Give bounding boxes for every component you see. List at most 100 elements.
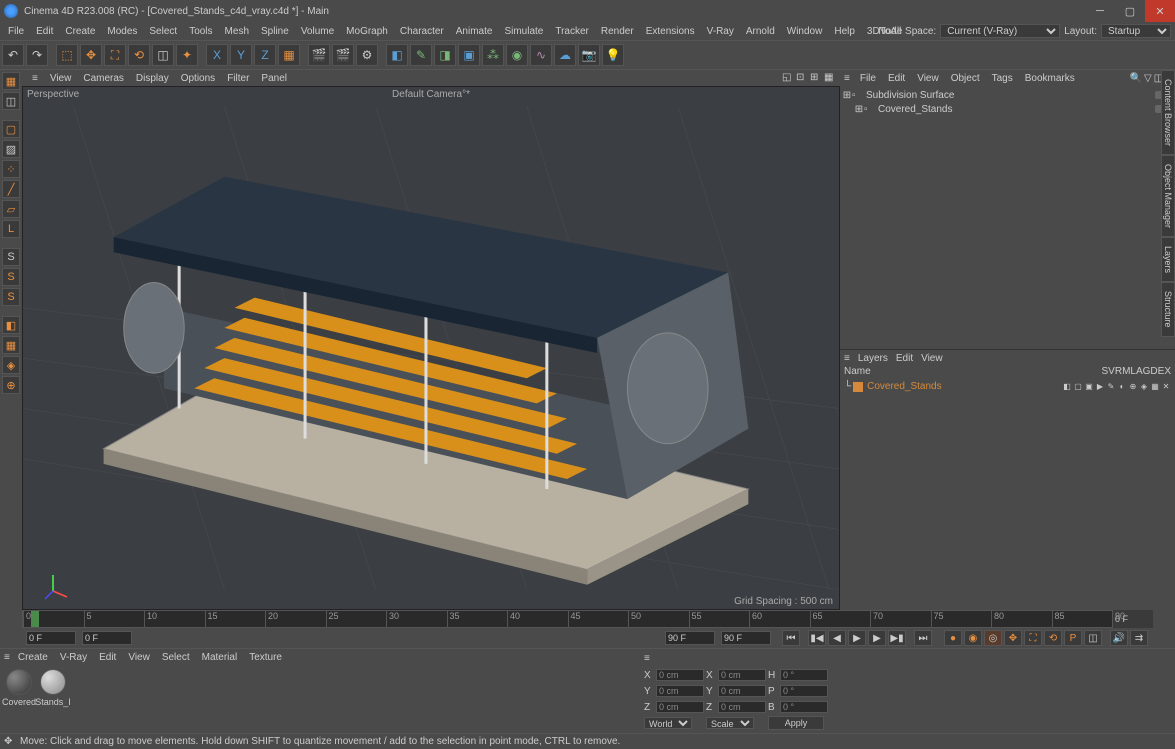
select-tool[interactable]: ⬚	[56, 44, 78, 66]
viewport-canvas[interactable]	[23, 87, 839, 609]
menu-modes[interactable]: Modes	[101, 24, 143, 39]
hamburger-icon[interactable]: ≡	[844, 73, 850, 84]
minimize-button[interactable]: ─	[1085, 0, 1115, 22]
apply-button[interactable]: Apply	[768, 716, 824, 730]
object-mode[interactable]: ▢	[2, 120, 20, 138]
object-row[interactable]: ⊞▫Covered_Stands	[842, 102, 1173, 116]
layer-toggle-icon[interactable]: ◐	[1117, 382, 1127, 392]
z-axis-lock[interactable]: Z	[254, 44, 276, 66]
key-param-button[interactable]: P	[1064, 630, 1082, 646]
layer-toggle-icon[interactable]: ▢	[1073, 382, 1083, 392]
vp-menu-cameras[interactable]: Cameras	[77, 72, 130, 85]
side-tab-layers[interactable]: Layers	[1161, 237, 1175, 282]
mat-menu-texture[interactable]: Texture	[243, 651, 288, 664]
layer-color-icon[interactable]	[853, 382, 863, 392]
mat-menu-view[interactable]: View	[122, 651, 156, 664]
side-tab-content-browser[interactable]: Content Browser	[1161, 70, 1175, 155]
menu-window[interactable]: Window	[781, 24, 829, 39]
menu-select[interactable]: Select	[143, 24, 183, 39]
uv-mode[interactable]: L	[2, 220, 20, 238]
camera-object[interactable]: 📷	[578, 44, 600, 66]
hamburger-icon[interactable]: ≡	[4, 652, 10, 663]
menu-extensions[interactable]: Extensions	[640, 24, 701, 39]
coord-scale-select[interactable]: Scale	[706, 717, 754, 729]
frame-start-field[interactable]: 0 F	[26, 631, 76, 645]
layer-row[interactable]: └Covered_Stands◧▢▣▶✎◐⊕◈▦✕	[840, 380, 1175, 393]
obj-tab-view[interactable]: View	[911, 72, 945, 85]
layer-toggle-icon[interactable]: ▦	[1150, 382, 1160, 392]
obj-tab-file[interactable]: File	[854, 72, 882, 85]
x-axis-lock[interactable]: X	[206, 44, 228, 66]
material-thumb[interactable]: Stands_I	[38, 669, 68, 729]
obj-tab-tags[interactable]: Tags	[986, 72, 1019, 85]
enable-axis[interactable]: S	[2, 248, 20, 266]
close-button[interactable]: ✕	[1145, 0, 1175, 22]
light-object[interactable]: 💡	[602, 44, 624, 66]
obj-tab-bookmarks[interactable]: Bookmarks	[1019, 72, 1081, 85]
nodespace-select[interactable]: Current (V-Ray)	[940, 24, 1060, 38]
layers-view[interactable]: View	[921, 353, 943, 364]
recent-tool[interactable]: ◫	[152, 44, 174, 66]
layers-tab[interactable]: Layers	[858, 353, 888, 364]
rot-field[interactable]	[780, 685, 828, 697]
menu-render[interactable]: Render	[595, 24, 640, 39]
layers-edit[interactable]: Edit	[896, 353, 913, 364]
autokey-button[interactable]: ◉	[964, 630, 982, 646]
size-field[interactable]	[718, 701, 766, 713]
render-region[interactable]: 🎬	[332, 44, 354, 66]
rot-field[interactable]	[780, 701, 828, 713]
size-field[interactable]	[718, 669, 766, 681]
model-mode[interactable]: ◫	[2, 92, 20, 110]
render-view[interactable]: 🎬	[308, 44, 330, 66]
vp-menu-options[interactable]: Options	[175, 72, 221, 85]
coord-system[interactable]: ▦	[278, 44, 300, 66]
layer-toggle-icon[interactable]: ▶	[1095, 382, 1105, 392]
scale-tool[interactable]: ⛶	[104, 44, 126, 66]
vp-menu-filter[interactable]: Filter	[221, 72, 255, 85]
subdiv-generator[interactable]: ◨	[434, 44, 456, 66]
mat-menu-material[interactable]: Material	[196, 651, 244, 664]
menu-animate[interactable]: Animate	[450, 24, 499, 39]
menu-arnold[interactable]: Arnold	[740, 24, 781, 39]
y-axis-lock[interactable]: Y	[230, 44, 252, 66]
cube-primitive[interactable]: ◧	[386, 44, 408, 66]
vp-layout-icon[interactable]: ▦	[824, 72, 836, 84]
goto-end-button[interactable]: ⏭	[914, 630, 932, 646]
object-row[interactable]: ⊞▫Subdivision Surface	[842, 88, 1173, 102]
keyframe-sel-button[interactable]: ◎	[984, 630, 1002, 646]
hamburger-icon[interactable]: ≡	[644, 653, 650, 667]
axis-center[interactable]: ⊕	[2, 376, 20, 394]
menu-tracker[interactable]: Tracker	[549, 24, 595, 39]
planar-workplane[interactable]: ▦	[2, 336, 20, 354]
edge-mode[interactable]: ╱	[2, 180, 20, 198]
polygon-mode[interactable]: ▱	[2, 200, 20, 218]
menu-help[interactable]: Help	[828, 24, 861, 39]
mat-menu-select[interactable]: Select	[156, 651, 196, 664]
next-frame-button[interactable]: ▶	[868, 630, 886, 646]
rotate-tool[interactable]: ⟲	[128, 44, 150, 66]
viewport[interactable]: Perspective Default Camera°* Grid Spacin…	[22, 86, 840, 610]
place-tool[interactable]: ✦	[176, 44, 198, 66]
menu-v-ray[interactable]: V-Ray	[701, 24, 740, 39]
layout-select[interactable]: Startup	[1101, 24, 1171, 38]
pos-field[interactable]	[656, 669, 704, 681]
expand-icon[interactable]: ⊞	[842, 90, 852, 101]
menu-simulate[interactable]: Simulate	[498, 24, 549, 39]
prev-key-button[interactable]: ▮◀	[808, 630, 826, 646]
hamburger-icon[interactable]: ≡	[844, 353, 850, 364]
filter-icon[interactable]: ▽	[1144, 73, 1152, 84]
layer-toggle-icon[interactable]: ✎	[1106, 382, 1116, 392]
layer-toggle-icon[interactable]: ▣	[1084, 382, 1094, 392]
expand-icon[interactable]: └	[844, 381, 851, 392]
menu-volume[interactable]: Volume	[295, 24, 340, 39]
vp-menu-panel[interactable]: Panel	[255, 72, 293, 85]
record-button[interactable]: ●	[944, 630, 962, 646]
layer-toggle-icon[interactable]: ✕	[1161, 382, 1171, 392]
point-mode[interactable]: ⁘	[2, 160, 20, 178]
side-tab-structure[interactable]: Structure	[1161, 282, 1175, 337]
field-object[interactable]: ◉	[506, 44, 528, 66]
vp-menu-view[interactable]: View	[44, 72, 78, 85]
undo-button[interactable]: ↶	[2, 44, 24, 66]
sound-button[interactable]: 🔊	[1110, 630, 1128, 646]
rot-field[interactable]	[780, 669, 828, 681]
